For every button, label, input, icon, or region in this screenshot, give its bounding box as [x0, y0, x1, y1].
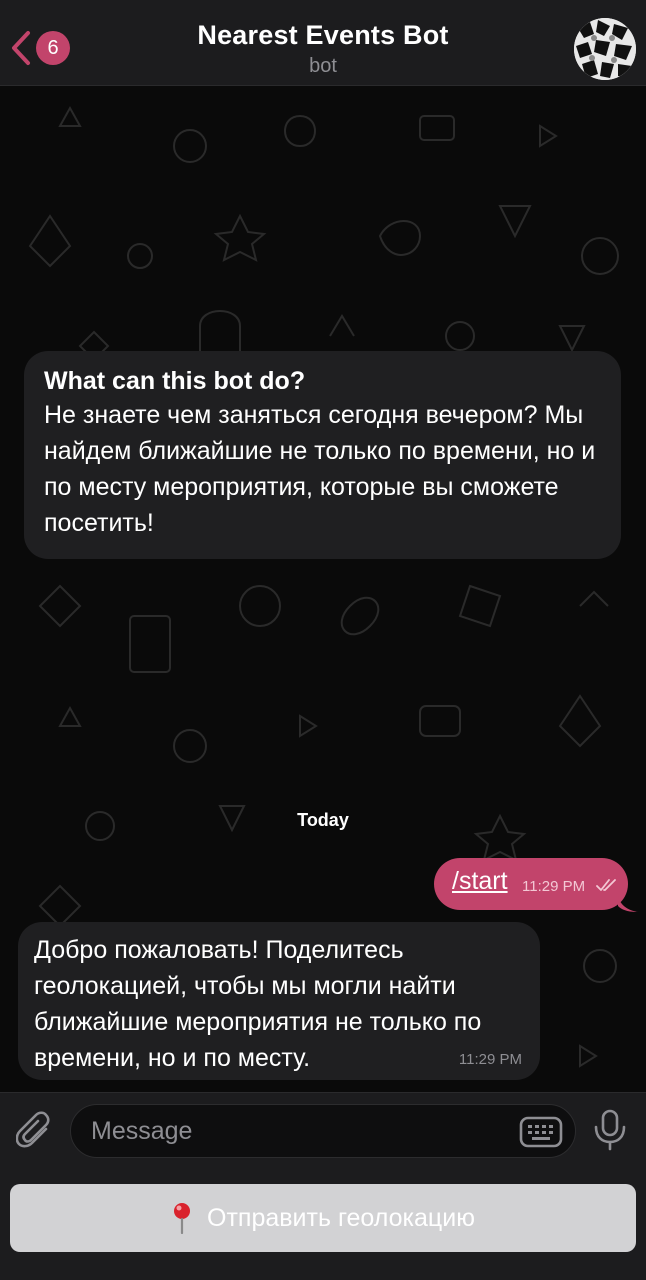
keyboard-icon[interactable]	[519, 1116, 563, 1153]
double-check-icon	[596, 878, 618, 897]
message-input[interactable]	[91, 1117, 511, 1146]
message-time: 11:29 PM	[458, 1051, 522, 1068]
chat-header: 6 Nearest Events Bot bot	[0, 0, 646, 86]
telegram-chat-screen: 6 Nearest Events Bot bot What can this b…	[0, 0, 646, 1280]
bot-description-text: Не знаете чем заняться сегодня вечером? …	[44, 401, 596, 537]
message-text: Добро пожаловать! Поделитесь геолокацией…	[34, 936, 482, 1072]
bot-avatar[interactable]	[574, 18, 636, 80]
chat-title-block[interactable]: Nearest Events Bot bot	[0, 20, 646, 78]
bubble-tail	[618, 896, 638, 912]
bot-description-card: What can this bot do? Не знаете чем заня…	[24, 351, 621, 559]
pin-icon	[171, 1202, 193, 1234]
incoming-message[interactable]: Добро пожаловать! Поделитесь геолокацией…	[18, 922, 540, 1080]
microphone-icon[interactable]	[592, 1109, 628, 1156]
chat-title: Nearest Events Bot	[197, 20, 449, 50]
paperclip-icon[interactable]	[15, 1111, 54, 1156]
send-location-button[interactable]: Отправить геолокацию	[10, 1184, 636, 1252]
message-composer	[0, 1092, 646, 1168]
reply-keyboard: Отправить геолокацию	[0, 1168, 646, 1280]
message-time: 11:29 PM	[522, 878, 586, 895]
chat-subtitle: bot	[309, 55, 337, 77]
date-separator: Today	[297, 810, 349, 830]
bot-command-link[interactable]: /start	[452, 867, 508, 896]
message-list[interactable]: What can this bot do? Не знаете чем заня…	[0, 86, 646, 1092]
send-location-label: Отправить геолокацию	[207, 1203, 475, 1232]
outgoing-message[interactable]: /start 11:29 PM	[434, 858, 628, 910]
message-field[interactable]	[70, 1104, 576, 1158]
bot-description-title: What can this bot do?	[44, 367, 306, 395]
